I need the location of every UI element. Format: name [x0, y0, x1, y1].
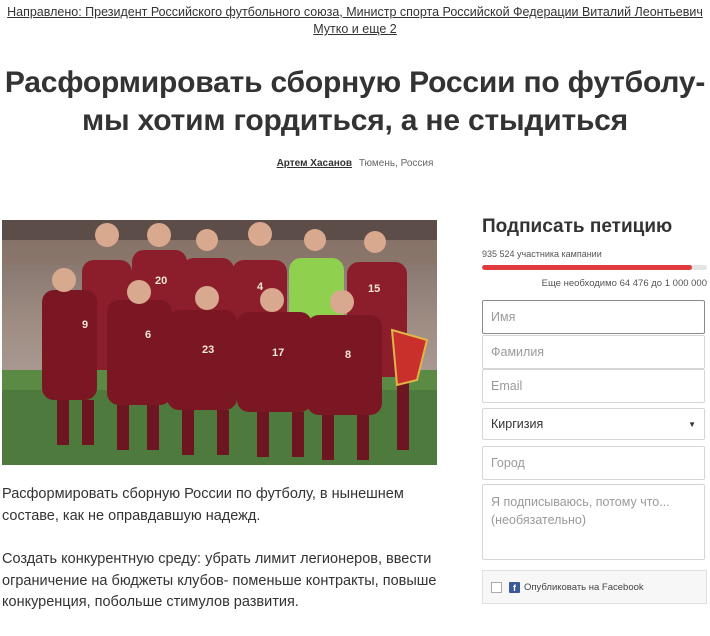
signatures-needed: Еще необходимо 64 476 до 1 000 000	[541, 278, 707, 289]
signature-progress-fill	[482, 265, 693, 270]
description-paragraph-2: Создать конкурентную среду: убрать лимит…	[2, 551, 437, 610]
description-paragraph-1: Расформировать сборную России по футболу…	[2, 486, 404, 524]
facebook-icon: f	[509, 581, 520, 593]
supporters-count: 935 524 участника кампании	[482, 249, 602, 259]
signature-progress-bar	[482, 265, 707, 270]
svg-text:23: 23	[202, 344, 214, 356]
svg-text:15: 15	[368, 283, 380, 295]
petition-description: Расформировать сборную России по футболу…	[2, 484, 442, 636]
publish-facebook-option[interactable]: f Опубликовать на Facebook	[482, 570, 707, 604]
first-name-input[interactable]	[482, 300, 705, 334]
svg-text:6: 6	[145, 329, 151, 341]
petition-title: Расформировать сборную России по футболу…	[0, 64, 710, 140]
email-input[interactable]	[482, 369, 705, 403]
petition-title-line2: мы хотим гордиться, а не стыдиться	[82, 104, 628, 137]
svg-text:9: 9	[82, 319, 88, 331]
directed-to: Направлено: Президент Российского футбол…	[0, 4, 710, 38]
author-info: Артем Хасанов Тюмень, Россия	[0, 158, 710, 169]
directed-to-link[interactable]: Направлено: Президент Российского футбол…	[7, 5, 703, 19]
svg-text:20: 20	[155, 275, 167, 287]
sign-petition-title: Подписать петицию	[482, 216, 673, 237]
country-select[interactable]: Киргизия ▼	[482, 408, 705, 440]
svg-text:4: 4	[257, 281, 264, 293]
publish-facebook-checkbox[interactable]	[491, 581, 502, 593]
publish-facebook-label: Опубликовать на Facebook	[524, 581, 644, 593]
chevron-down-icon: ▼	[688, 419, 696, 429]
svg-text:8: 8	[345, 349, 351, 361]
team-photo: 20 4 15 9 6 23 17 8	[2, 220, 437, 465]
last-name-input[interactable]	[482, 335, 705, 369]
author-name[interactable]: Артем Хасанов	[277, 158, 352, 169]
petition-title-line1: Расформировать сборную России по футболу…	[4, 66, 706, 99]
directed-to-more-link[interactable]: Мутко и еще 2	[313, 22, 397, 36]
country-select-value: Киргизия	[491, 417, 544, 431]
svg-text:17: 17	[272, 347, 284, 359]
reason-textarea[interactable]	[482, 484, 705, 560]
city-input[interactable]	[482, 446, 705, 480]
author-location: Тюмень, Россия	[358, 158, 434, 169]
team-photo-image: 20 4 15 9 6 23 17 8	[2, 220, 437, 465]
